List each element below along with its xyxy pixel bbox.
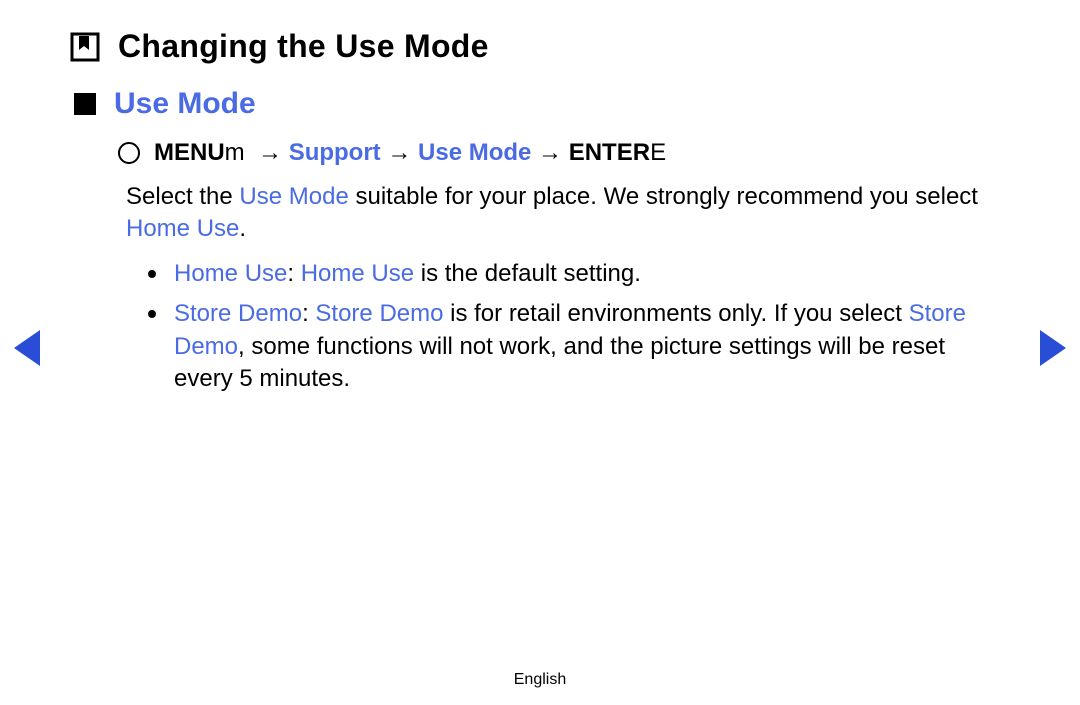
menu-suffix: m <box>225 139 245 166</box>
arrow-icon: → <box>387 139 411 166</box>
list-item: Store Demo: Store Demo is for retail env… <box>148 298 1010 395</box>
section-bullet-icon <box>74 93 96 115</box>
arrow-icon: → <box>538 139 562 166</box>
intro-highlight-use-mode: Use Mode <box>239 183 348 210</box>
menu-path: MENUm → Support → Use Mode → ENTERE <box>154 139 666 167</box>
bullet-term: Home Use <box>301 260 414 287</box>
bullet-list: Home Use: Home Use is the default settin… <box>148 258 1010 396</box>
section-heading-row: Use Mode <box>70 87 1010 121</box>
bullet-term: Store Demo <box>315 300 443 327</box>
dot-bullet-icon <box>148 270 156 278</box>
bullet-mid: is for retail environments only. If you … <box>443 300 908 327</box>
bookmark-icon <box>70 32 100 62</box>
circle-bullet-icon <box>118 142 140 164</box>
prev-page-arrow-icon[interactable] <box>14 330 40 366</box>
content-area: MENUm → Support → Use Mode → ENTERE Sele… <box>118 139 1010 395</box>
menu-label: MENU <box>154 139 225 166</box>
path-use-mode: Use Mode <box>418 139 531 166</box>
intro-paragraph: Select the Use Mode suitable for your pl… <box>126 181 1010 246</box>
bullet-sep: : <box>302 300 315 327</box>
enter-suffix: E <box>650 139 666 166</box>
next-page-arrow-icon[interactable] <box>1040 330 1066 366</box>
bullet-sep: : <box>287 260 300 287</box>
menu-path-row: MENUm → Support → Use Mode → ENTERE <box>118 139 1010 167</box>
intro-highlight-home-use: Home Use <box>126 215 239 242</box>
bullet-text: Store Demo: Store Demo is for retail env… <box>174 298 1010 395</box>
bullet-rest: , some functions will not work, and the … <box>174 333 945 392</box>
section-heading: Use Mode <box>114 87 256 121</box>
bullet-term: Home Use <box>174 260 287 287</box>
intro-text: Select the <box>126 183 239 210</box>
footer-language: English <box>0 671 1080 689</box>
list-item: Home Use: Home Use is the default settin… <box>148 258 1010 290</box>
manual-page: Changing the Use Mode Use Mode MENUm → S… <box>0 0 1080 705</box>
bullet-text: Home Use: Home Use is the default settin… <box>174 258 641 290</box>
intro-text: . <box>239 215 246 242</box>
page-title-row: Changing the Use Mode <box>70 28 1010 65</box>
path-support: Support <box>289 139 381 166</box>
page-title: Changing the Use Mode <box>118 28 489 65</box>
bullet-rest: is the default setting. <box>414 260 641 287</box>
dot-bullet-icon <box>148 310 156 318</box>
enter-label: ENTER <box>569 139 650 166</box>
arrow-icon: → <box>258 139 282 166</box>
intro-text: suitable for your place. We strongly rec… <box>349 183 978 210</box>
bullet-term: Store Demo <box>174 300 302 327</box>
